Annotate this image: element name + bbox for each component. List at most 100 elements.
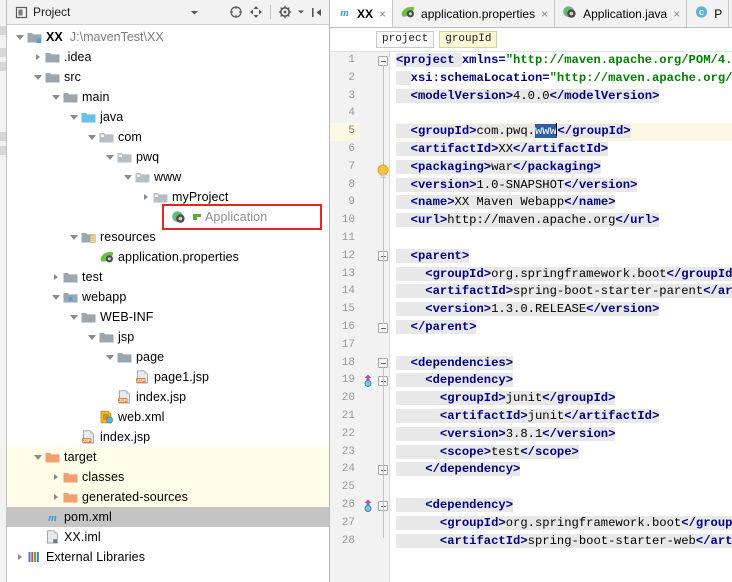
code-line[interactable]: <artifactId>spring-boot-starter-web</art… — [396, 533, 732, 551]
chevron-down-icon[interactable] — [67, 107, 80, 127]
tree-node-xx-iml[interactable]: XX.iml — [7, 527, 329, 547]
code-line[interactable] — [396, 337, 732, 355]
hide-panel-icon[interactable] — [309, 4, 325, 20]
chevron-down-icon[interactable] — [31, 447, 44, 467]
code-line[interactable]: <dependency> — [396, 497, 732, 515]
chevron-down-icon[interactable] — [67, 227, 80, 247]
tree-node-www[interactable]: www — [7, 167, 329, 187]
locate-icon[interactable] — [228, 4, 244, 20]
tree-node-src[interactable]: src — [7, 67, 329, 87]
tree-node-java[interactable]: java — [7, 107, 329, 127]
tree-node--idea[interactable]: .idea — [7, 47, 329, 67]
close-icon[interactable]: × — [673, 7, 680, 21]
tree-node-external-libraries[interactable]: External Libraries — [7, 547, 329, 567]
code-line[interactable] — [396, 230, 732, 248]
chevron-down-icon[interactable] — [85, 327, 98, 347]
expand-collapse-icon[interactable] — [248, 4, 264, 20]
chevron-down-icon[interactable] — [67, 307, 80, 327]
code-line[interactable]: <dependency> — [396, 372, 732, 390]
tree-node-application-properties[interactable]: application.properties — [7, 247, 329, 267]
tree-node-web-inf[interactable]: WEB-INF — [7, 307, 329, 327]
chevron-right-icon[interactable] — [49, 487, 62, 507]
close-icon[interactable]: × — [541, 7, 548, 21]
code-line[interactable]: <artifactId>spring-boot-starter-parent</… — [396, 283, 732, 301]
settings-gear-icon[interactable] — [277, 4, 293, 20]
editor-tab[interactable]: application.properties × — [393, 0, 556, 27]
tree-node-resources[interactable]: resources — [7, 227, 329, 247]
tree-node-pom-xml[interactable]: m pom.xml — [7, 507, 329, 527]
chevron-right-icon[interactable] — [31, 47, 44, 67]
chevron-down-icon[interactable] — [85, 127, 98, 147]
breadcrumb-item[interactable]: project — [376, 31, 435, 48]
tree-node-xx[interactable]: XX J:\mavenTest\XX — [7, 27, 329, 47]
gear-dropdown-arrow-icon[interactable] — [297, 4, 305, 20]
code-line[interactable]: <artifactId>junit</artifactId> — [396, 408, 732, 426]
tool-strip-nub[interactable] — [0, 62, 6, 71]
chevron-down-icon[interactable] — [121, 167, 134, 187]
chevron-down-icon[interactable] — [49, 87, 62, 107]
chevron-down-icon[interactable] — [186, 4, 202, 20]
close-icon[interactable]: × — [379, 7, 386, 21]
gutter-marker-column[interactable] — [360, 52, 376, 582]
code-text[interactable]: <project xmlns="http://maven.apache.org/… — [390, 52, 732, 582]
code-line[interactable]: </dependency> — [396, 461, 732, 479]
tool-strip-nub[interactable] — [0, 146, 6, 155]
tree-node-application[interactable]: Application — [7, 207, 329, 227]
tree-node-web-xml[interactable]: web.xml — [7, 407, 329, 427]
code-line[interactable]: <version>3.8.1</version> — [396, 426, 732, 444]
code-line[interactable] — [396, 479, 732, 497]
code-line[interactable]: <version>1.3.0.RELEASE</version> — [396, 301, 732, 319]
chevron-right-icon[interactable] — [49, 467, 62, 487]
tool-strip-nub[interactable] — [0, 48, 6, 57]
tree-node-generated-sources[interactable]: generated-sources — [7, 487, 329, 507]
editor-tab-bar[interactable]: m XX × application.properties × Application.j… — [330, 0, 732, 28]
code-line[interactable]: <groupId>com.pwq.www</groupId> — [396, 123, 732, 141]
chevron-down-icon[interactable] — [103, 147, 116, 167]
fold-expanded-icon[interactable] — [378, 55, 388, 66]
code-line[interactable]: <groupId>org.springframework.boot</group… — [396, 515, 732, 533]
code-line[interactable]: <groupId>org.springframework.boot</group… — [396, 266, 732, 284]
code-line[interactable]: <artifactId>XX</artifactId> — [396, 141, 732, 159]
tree-node-jsp[interactable]: jsp — [7, 327, 329, 347]
override-method-icon[interactable] — [362, 374, 374, 388]
code-line[interactable]: <name>XX Maven Webapp</name> — [396, 194, 732, 212]
chevron-down-icon[interactable] — [13, 27, 26, 47]
tool-strip-nub[interactable] — [0, 26, 6, 35]
editor-tab[interactable]: Application.java × — [555, 0, 688, 27]
tree-node-webapp[interactable]: webapp — [7, 287, 329, 307]
code-line[interactable] — [396, 105, 732, 123]
tree-node-index-jsp[interactable]: JSP index.jsp — [7, 427, 329, 447]
chevron-right-icon[interactable] — [139, 187, 152, 207]
breadcrumb-item[interactable]: groupId — [439, 31, 498, 48]
tree-node-classes[interactable]: classes — [7, 467, 329, 487]
code-line[interactable]: <project xmlns="http://maven.apache.org/… — [396, 52, 732, 70]
editor-tab[interactable]: m XX × — [330, 0, 394, 27]
tree-node-page[interactable]: page — [7, 347, 329, 367]
tree-node-target[interactable]: target — [7, 447, 329, 467]
code-line[interactable]: <parent> — [396, 248, 732, 266]
chevron-down-icon[interactable] — [103, 347, 116, 367]
chevron-right-icon[interactable] — [13, 547, 26, 567]
tool-strip-nub[interactable] — [0, 132, 6, 141]
tree-node-pwq[interactable]: pwq — [7, 147, 329, 167]
code-line[interactable]: <scope>test</scope> — [396, 444, 732, 462]
code-line[interactable]: <url>http://maven.apache.org</url> — [396, 212, 732, 230]
left-tool-window-strip[interactable] — [0, 0, 7, 582]
chevron-right-icon[interactable] — [49, 267, 62, 287]
editor-tab[interactable]: CP — [687, 0, 730, 27]
code-viewport[interactable]: 1 2 3 4 5 6 7 8 9 10 11 12 13 14 15 16 17 18 19 20 21 22 23 24 2… — [330, 52, 732, 582]
code-line[interactable]: <version>1.0-SNAPSHOT</version> — [396, 177, 732, 195]
code-line[interactable]: <modelVersion>4.0.0</modelVersion> — [396, 88, 732, 106]
chevron-down-icon[interactable] — [49, 287, 62, 307]
project-tree[interactable]: XX J:\mavenTest\XX .idea src main java com pwq w… — [7, 25, 329, 582]
intention-bulb-icon[interactable] — [376, 164, 390, 180]
tree-node-myproject[interactable]: myProject — [7, 187, 329, 207]
fold-collapse-icon[interactable] — [378, 322, 388, 333]
chevron-down-icon[interactable] — [31, 67, 44, 87]
code-line[interactable]: <packaging>war</packaging> — [396, 159, 732, 177]
tree-node-page1-jsp[interactable]: JSP page1.jsp — [7, 367, 329, 387]
tree-node-test[interactable]: test — [7, 267, 329, 287]
fold-expanded-icon[interactable] — [378, 358, 388, 369]
override-method-icon[interactable] — [362, 499, 374, 512]
tree-node-main[interactable]: main — [7, 87, 329, 107]
